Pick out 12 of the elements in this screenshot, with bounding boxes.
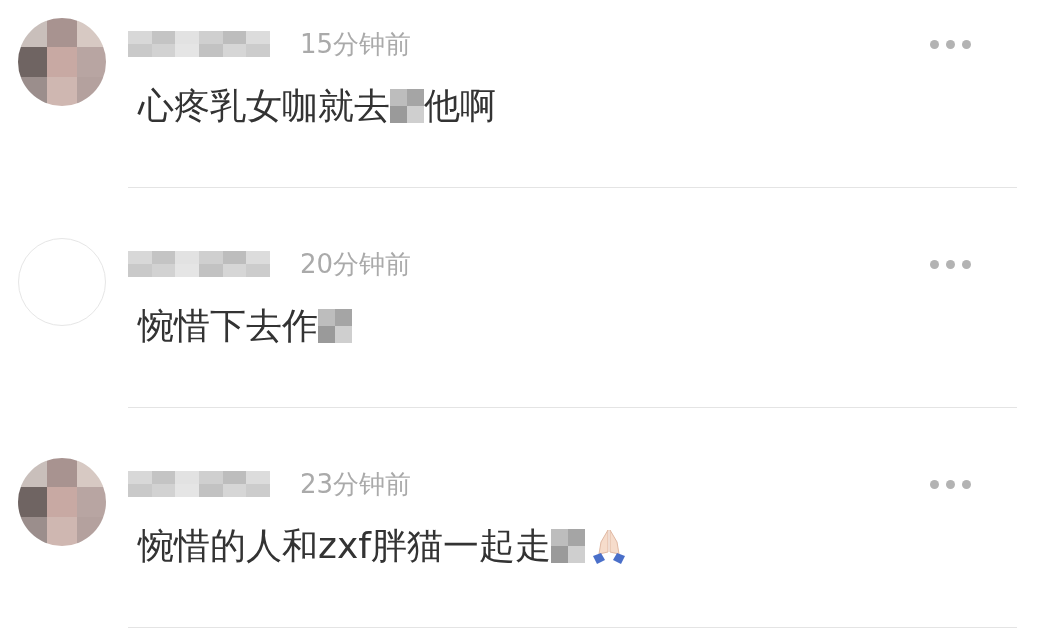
comment-text: 惋惜下去作 [138,303,318,348]
comment-text: 心疼乳女咖就去 [138,83,390,128]
comment-time: 20分钟前 [300,247,412,281]
comment-time: 23分钟前 [300,467,412,501]
comment-text: 惋惜的人和zxf胖猫一起走 [138,523,551,568]
avatar[interactable] [18,458,106,546]
avatar[interactable] [18,18,106,106]
comment-text: 他啊 [424,83,496,128]
censored-character [390,89,424,123]
censored-character [550,529,585,563]
censored-character [318,309,352,343]
comment-time: 15分钟前 [300,27,412,61]
